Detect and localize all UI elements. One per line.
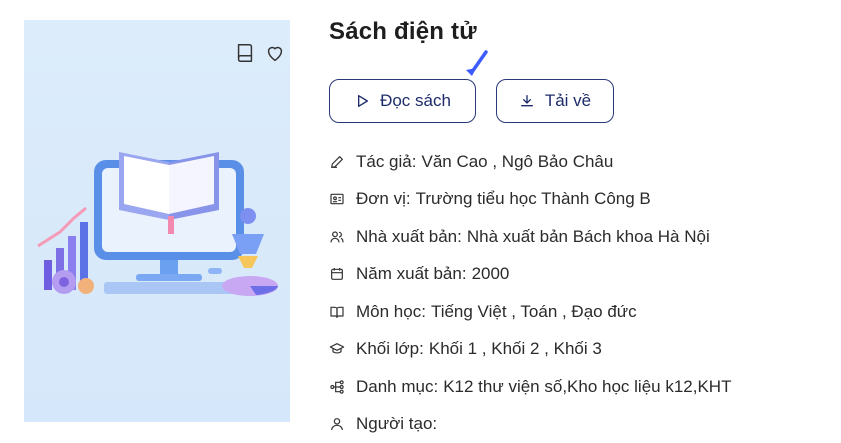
pointer-arrow-icon <box>462 46 492 80</box>
download-label: Tải về <box>545 91 591 111</box>
read-book-label: Đọc sách <box>380 91 451 111</box>
cover-illustration <box>24 20 290 422</box>
book-icon[interactable] <box>232 40 258 66</box>
detail-value: K12 thư viện số,Kho học liệu k12,KHT <box>443 377 731 397</box>
detail-value: Nhà xuất bản Bách khoa Hà Nội <box>467 227 710 247</box>
book-details: Tác giả: Văn Cao , Ngô Bảo Châu Đơn vị: … <box>329 143 731 443</box>
detail-label: Môn học: <box>356 302 426 322</box>
detail-subject: Môn học: Tiếng Việt , Toán , Đạo đức <box>329 293 731 331</box>
detail-author: Tác giả: Văn Cao , Ngô Bảo Châu <box>329 143 731 181</box>
detail-label: Danh mục: <box>356 377 438 397</box>
detail-value: Trường tiểu học Thành Công B <box>416 189 651 209</box>
detail-label: Năm xuất bản: <box>356 264 467 284</box>
page-title: Sách điện tử <box>329 18 477 46</box>
book-cover <box>24 20 290 422</box>
detail-label: Khối lớp: <box>356 339 424 359</box>
pen-icon <box>329 154 345 170</box>
hierarchy-icon <box>329 379 345 395</box>
id-card-icon <box>329 191 345 207</box>
detail-label: Tác giả: <box>356 152 416 172</box>
users-icon <box>329 229 345 245</box>
detail-label: Người tạo: <box>356 414 437 434</box>
detail-value: 2000 <box>472 264 510 284</box>
detail-publisher: Nhà xuất bản: Nhà xuất bản Bách khoa Hà … <box>329 218 731 256</box>
read-book-button[interactable]: Đọc sách <box>329 79 476 123</box>
play-icon <box>354 93 370 109</box>
detail-value: Tiếng Việt , Toán , Đạo đức <box>431 302 637 322</box>
detail-value: Khối 1 , Khối 2 , Khối 3 <box>429 339 602 359</box>
detail-unit: Đơn vị: Trường tiểu học Thành Công B <box>329 181 731 219</box>
user-icon <box>329 416 345 432</box>
download-button[interactable]: Tải về <box>496 79 614 123</box>
detail-creator: Người tạo: <box>329 406 731 443</box>
detail-label: Nhà xuất bản: <box>356 227 462 247</box>
detail-grade: Khối lớp: Khối 1 , Khối 2 , Khối 3 <box>329 331 731 369</box>
download-icon <box>519 93 535 109</box>
calendar-icon <box>329 266 345 282</box>
graduation-cap-icon <box>329 341 345 357</box>
open-book-icon <box>329 304 345 320</box>
detail-category: Danh mục: K12 thư viện số,Kho học liệu k… <box>329 368 731 406</box>
detail-value: Văn Cao , Ngô Bảo Châu <box>421 152 613 172</box>
heart-icon[interactable] <box>262 40 288 66</box>
detail-label: Đơn vị: <box>356 189 411 209</box>
detail-publish-year: Năm xuất bản: 2000 <box>329 256 731 294</box>
